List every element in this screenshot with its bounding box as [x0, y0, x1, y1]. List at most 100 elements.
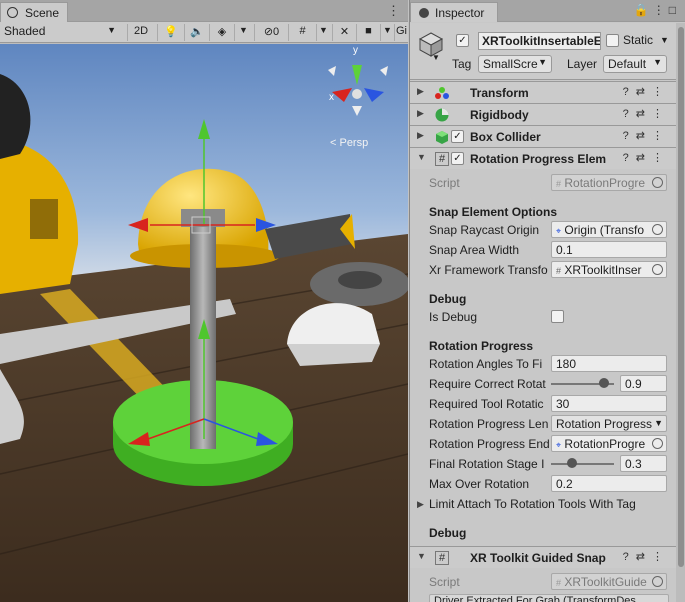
tools-icon[interactable]: ✕	[332, 24, 356, 41]
component-guided-snap[interactable]: ▼ # XR Toolkit Guided Snap ?⇄⋮	[410, 546, 676, 568]
tag-label: Tag	[452, 57, 472, 71]
object-name-field[interactable]: XRToolkitInsertableE	[478, 32, 601, 50]
require-correct-label: Require Correct Rotat	[429, 377, 546, 391]
require-correct-field[interactable]: 0.9	[620, 375, 667, 392]
scrollbar-thumb[interactable]	[678, 27, 684, 567]
snap-raycast-label: Snap Raycast Origin	[429, 223, 540, 237]
snap-section-title: Snap Element Options	[429, 205, 558, 219]
is-debug-checkbox[interactable]	[551, 310, 564, 323]
2d-toggle[interactable]: 2D	[127, 24, 154, 41]
chevron-down-icon: ▼	[654, 418, 663, 428]
is-debug-label: Is Debug	[429, 310, 478, 324]
tag-value: SmallScre	[483, 57, 538, 71]
inspector-scrollbar[interactable]	[676, 23, 685, 602]
fold-arrow-icon[interactable]: ▼	[417, 152, 426, 162]
effects-dropdown-icon[interactable]: ▼	[234, 24, 252, 41]
object-picker-icon	[652, 576, 663, 587]
fold-arrow-icon[interactable]: ▼	[417, 551, 426, 561]
snap-raycast-field[interactable]: ⌖ Origin (Transfo	[551, 221, 667, 238]
driver-field[interactable]: Driver Extracted For Grab (TransformDes	[429, 594, 669, 602]
audio-icon[interactable]: 🔈	[184, 24, 209, 41]
orientation-gizmo[interactable]	[322, 50, 394, 120]
lighting-icon[interactable]: 💡	[157, 24, 184, 41]
box-collider-title: Box Collider	[470, 130, 541, 144]
chevron-down-icon: ▼	[538, 57, 547, 67]
icon-dropdown-icon[interactable]: ▼	[432, 53, 440, 62]
slider-knob[interactable]	[566, 458, 577, 468]
tab-scene[interactable]: Scene	[0, 2, 68, 22]
progress-end-label: Rotation Progress End	[429, 437, 549, 451]
slider-track	[551, 463, 614, 465]
guided-snap-title: XR Toolkit Guided Snap	[470, 551, 606, 565]
tab-inspector[interactable]: Inspector	[410, 2, 498, 22]
rotation-section-title: Rotation Progress	[429, 339, 534, 353]
more-icon[interactable]: ⋮	[387, 3, 400, 19]
component-transform[interactable]: ▶ Transform ?⇄⋮	[410, 81, 676, 103]
script-icon: #	[556, 578, 562, 588]
snap-raycast-value: Origin (Transfo	[564, 223, 644, 237]
grid-icon[interactable]: #	[288, 24, 316, 41]
camera-dropdown-icon[interactable]: ▼	[380, 24, 394, 41]
final-stage-field[interactable]: 0.3	[620, 455, 667, 472]
fold-arrow-icon[interactable]: ▶	[417, 108, 424, 119]
layer-dropdown[interactable]: Default ▼	[603, 55, 667, 73]
active-checkbox[interactable]: ✓	[456, 34, 469, 47]
effects-icon[interactable]: ◈	[209, 24, 234, 41]
component-rigidbody[interactable]: ▶ Rigidbody ?⇄⋮	[410, 103, 676, 125]
shading-mode-label: Shaded	[4, 24, 46, 38]
static-checkbox[interactable]	[606, 34, 619, 47]
rotation-progress-checkbox[interactable]: ✓	[451, 152, 464, 165]
gameobject-icon	[418, 32, 444, 57]
require-correct-slider[interactable]	[551, 375, 614, 392]
camera-icon[interactable]: ■	[356, 24, 380, 41]
progress-len-label: Rotation Progress Len	[429, 417, 549, 431]
x-axis-label: x	[329, 92, 334, 103]
box-collider-checkbox[interactable]: ✓	[451, 130, 464, 143]
xr-framework-label: Xr Framework Transfo	[429, 263, 548, 277]
debug2-section-title: Debug	[429, 526, 467, 540]
hidden-objects-icon[interactable]: ⊘0	[254, 24, 288, 41]
final-stage-slider[interactable]	[551, 455, 614, 472]
rotation-progress-title: Rotation Progress Elem	[470, 152, 607, 166]
component-menu-icon[interactable]: ?⇄⋮	[623, 129, 670, 142]
object-picker-icon[interactable]	[652, 438, 663, 449]
fold-arrow-icon[interactable]: ▶	[417, 499, 424, 510]
gizmos-button[interactable]: Gi	[394, 24, 408, 41]
tag-dropdown[interactable]: SmallScre ▼	[478, 55, 552, 73]
scene-toolbar: Shaded ▼ 2D 💡 🔈 ◈ ▼ ⊘0 # ▼ ✕ ■ ▼ Gi	[0, 22, 408, 43]
transform-icon: ⌖	[556, 226, 562, 236]
gizmos-label: Gi	[396, 25, 407, 37]
snap-area-field[interactable]: 0.1	[551, 241, 667, 258]
limit-attach-label[interactable]: Limit Attach To Rotation Tools With Tag	[429, 497, 636, 511]
rotation-angles-field[interactable]: 180	[551, 355, 667, 372]
transform-icon: ⌖	[556, 440, 562, 450]
scene-viewport[interactable]: y x < Persp	[0, 44, 408, 602]
component-menu-icon[interactable]: ?⇄⋮	[623, 107, 670, 120]
info-icon	[419, 8, 429, 18]
scene-icon	[7, 7, 18, 18]
component-menu-icon[interactable]: ?⇄⋮	[623, 151, 670, 164]
component-menu-icon[interactable]: ?⇄⋮	[623, 550, 670, 563]
static-label: Static	[623, 33, 654, 47]
max-over-field[interactable]: 0.2	[551, 475, 667, 492]
progress-end-field[interactable]: ⌖ RotationProgre	[551, 435, 667, 452]
progress-len-dropdown[interactable]: Rotation Progress ▼	[551, 415, 667, 432]
scene-render	[0, 44, 408, 602]
lock-icon[interactable]: 🔒⋮□	[634, 3, 680, 17]
object-picker-icon[interactable]	[652, 264, 663, 275]
required-tool-field[interactable]: 30	[551, 395, 667, 412]
progress-end-value: RotationProgre	[564, 437, 646, 451]
fold-arrow-icon[interactable]: ▶	[417, 86, 424, 97]
component-rotation-progress[interactable]: ▼ # ✓ Rotation Progress Elem ?⇄⋮	[410, 147, 676, 169]
script-icon: #	[556, 179, 562, 189]
fold-arrow-icon[interactable]: ▶	[417, 130, 424, 141]
shading-mode-dropdown[interactable]: Shaded ▼	[4, 24, 120, 41]
static-dropdown-icon[interactable]: ▼	[660, 35, 669, 45]
slider-knob[interactable]	[598, 378, 609, 388]
component-menu-icon[interactable]: ?⇄⋮	[623, 85, 670, 98]
persp-label[interactable]: < Persp	[330, 137, 368, 149]
grid-dropdown-icon[interactable]: ▼	[316, 24, 330, 41]
xr-framework-field[interactable]: # XRToolkitInser	[551, 261, 667, 278]
object-picker-icon[interactable]	[652, 224, 663, 235]
component-box-collider[interactable]: ▶ ✓ Box Collider ?⇄⋮	[410, 125, 676, 147]
